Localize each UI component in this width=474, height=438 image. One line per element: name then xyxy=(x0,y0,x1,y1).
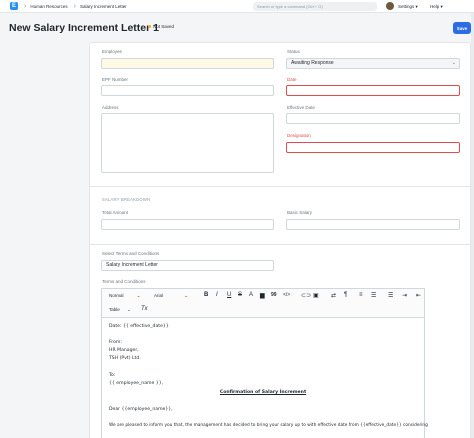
chevron-down-icon: ⌄ xyxy=(451,60,456,66)
status-select[interactable]: Awaiting Response ⌄ xyxy=(286,58,460,69)
font-family-dropdown[interactable]: Arial ⌄ xyxy=(154,293,188,299)
editor-line: Date: {{ effective_date}} xyxy=(109,324,169,329)
editor-line: HR Manager, xyxy=(109,348,139,353)
navbar: E › Human Resources › Salary Increment L… xyxy=(0,0,474,13)
text-color-icon[interactable]: A xyxy=(249,292,253,298)
status-field-label: Status xyxy=(287,49,300,54)
outdent-icon[interactable]: ⇤ xyxy=(416,292,421,299)
help-dropdown[interactable]: Help ▾ xyxy=(430,0,443,13)
epf-number-label: EPF Number xyxy=(102,77,129,82)
save-button[interactable]: Save xyxy=(453,22,471,34)
designation-label: Designation xyxy=(287,133,311,138)
direction-icon[interactable]: ⇄ xyxy=(331,292,336,299)
italic-icon[interactable]: I xyxy=(216,292,218,298)
effective-date-label: Effective Date xyxy=(287,105,315,110)
section-divider xyxy=(89,244,471,245)
blockquote-icon[interactable]: 99 xyxy=(271,292,277,298)
editor-line: We are pleased to inform you that, the m… xyxy=(109,423,428,428)
editor-heading: Confirmation of Salary Increment xyxy=(219,390,307,395)
date-field[interactable] xyxy=(286,85,460,96)
status-label: Not Saved xyxy=(153,24,175,29)
highlight-icon[interactable]: ▆ xyxy=(260,292,265,299)
code-icon[interactable]: </> xyxy=(283,292,290,298)
link-icon[interactable]: ⊂⊃ xyxy=(301,292,311,299)
editor-line: {{ employee_name }}, xyxy=(109,381,164,386)
editor-content[interactable]: Date: {{ effective_date}} From: HR Manag… xyxy=(101,317,428,438)
text-style-dropdown[interactable]: Normal ⌄ xyxy=(109,293,141,299)
status-select-value: Awaiting Response xyxy=(291,60,334,66)
table-dropdown[interactable]: Table ⌄ xyxy=(109,307,131,313)
total-amount-field[interactable] xyxy=(101,219,274,230)
image-icon[interactable]: ▣ xyxy=(313,292,319,299)
align-left-icon[interactable]: ☰ xyxy=(388,292,393,299)
chevron-right-icon: › xyxy=(24,2,27,10)
chevron-down-icon: ⌄ xyxy=(136,293,141,298)
underline-icon[interactable]: U xyxy=(227,292,231,298)
employee-label: Employee xyxy=(102,49,123,54)
employee-field[interactable] xyxy=(101,58,274,69)
chevron-down-icon: ⌄ xyxy=(184,293,189,298)
editor-line: From: xyxy=(109,340,122,345)
chevron-down-icon: ▾ xyxy=(440,4,443,9)
chevron-right-icon: › xyxy=(73,2,76,10)
text-style-label: Normal xyxy=(109,293,124,298)
editor-line: TSH (Pvt) Ltd. xyxy=(109,356,141,361)
designation-field[interactable] xyxy=(286,142,460,153)
total-amount-label: Total Amount xyxy=(102,210,129,215)
editor-line: To: xyxy=(109,373,116,378)
avatar[interactable] xyxy=(386,2,394,10)
settings-label: Settings xyxy=(398,4,415,9)
clear-format-icon[interactable]: Tx xyxy=(141,306,148,312)
paragraph-icon[interactable]: ¶ xyxy=(344,292,347,298)
app-logo[interactable]: E xyxy=(10,2,18,10)
terms-select-field[interactable]: Salary Increment Letter xyxy=(101,260,274,271)
address-label: Address xyxy=(102,105,119,110)
status-dot-icon xyxy=(148,25,151,28)
bullet-list-icon[interactable]: ☰ xyxy=(371,292,376,299)
settings-dropdown[interactable]: Settings ▾ xyxy=(398,0,418,13)
search-input[interactable]: Search or type a command (Ctrl + G) xyxy=(253,2,377,11)
bold-icon[interactable]: B xyxy=(204,292,208,298)
effective-date-field[interactable] xyxy=(286,113,460,124)
chevron-down-icon: ⌄ xyxy=(127,307,131,312)
basic-salary-label: Basic Salary xyxy=(287,210,313,215)
strikethrough-icon[interactable]: S xyxy=(238,292,242,298)
breadcrumb-human-resources[interactable]: Human Resources xyxy=(30,4,67,9)
section-divider xyxy=(89,186,471,187)
date-label: Date xyxy=(287,77,297,82)
status-indicator: Not Saved xyxy=(148,24,174,29)
font-family-label: Arial xyxy=(154,293,164,298)
table-label: Table xyxy=(109,307,120,312)
editor-line: Dear {{employee_name}}, xyxy=(109,407,173,412)
basic-salary-field[interactable] xyxy=(286,219,460,230)
indent-icon[interactable]: ⇥ xyxy=(402,292,407,299)
select-terms-label: Select Terms and Conditions xyxy=(102,251,160,256)
salary-breakdown-heading: SALARY BREAKDOWN xyxy=(102,197,151,202)
breadcrumb-salary-increment-letter[interactable]: Salary Increment Letter xyxy=(80,4,127,9)
page-title: New Salary Increment Letter 1 xyxy=(9,22,159,34)
help-label: Help xyxy=(430,4,440,9)
terms-and-conditions-label: Terms and Conditions xyxy=(102,279,146,284)
chevron-down-icon: ▾ xyxy=(415,4,418,9)
epf-number-field[interactable] xyxy=(101,85,274,96)
address-textarea[interactable] xyxy=(101,113,274,173)
ordered-list-icon[interactable]: ≡ xyxy=(359,292,363,298)
